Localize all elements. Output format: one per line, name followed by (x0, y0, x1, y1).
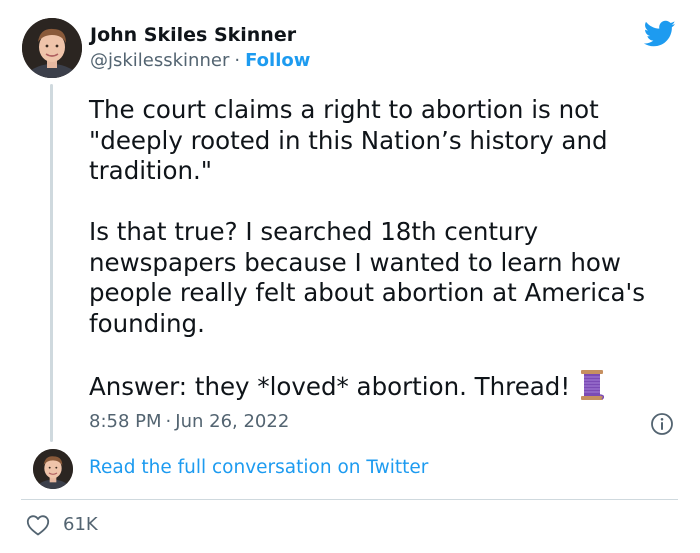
tweet-paragraph-1: The court claims a right to abortion is … (89, 95, 608, 185)
tweet-paragraph-3-text: Answer: they *loved* abortion. Thread! (89, 371, 571, 401)
tweet-paragraph-2: Is that true? I searched 18th century ne… (89, 217, 646, 338)
thread-connector-line (50, 84, 53, 442)
handle-separator: · (234, 50, 241, 71)
like-count: 61K (63, 514, 98, 535)
author-name[interactable]: John Skiles Skinner (90, 24, 296, 46)
author-handle-row: @jskilesskinner · Follow (90, 50, 310, 71)
follow-button[interactable]: Follow (245, 50, 310, 71)
author-avatar[interactable] (22, 18, 82, 78)
tweet-timestamp[interactable]: 8:58 PM · Jun 26, 2022 (89, 411, 289, 432)
tweet-card: John Skiles Skinner @jskilesskinner · Foll… (0, 0, 700, 553)
divider (21, 499, 678, 500)
tweet-paragraph-3: Answer: they *loved* abortion. Thread! (89, 369, 679, 403)
conversation-avatar[interactable] (33, 449, 73, 489)
heart-icon (26, 515, 50, 536)
read-conversation-link[interactable]: Read the full conversation on Twitter (89, 457, 428, 478)
tweet-text: The court claims a right to abortion is … (89, 95, 679, 402)
twitter-bird-icon[interactable] (644, 20, 676, 48)
tweet-time: 8:58 PM (89, 411, 162, 432)
thread-spool-emoji (581, 369, 605, 400)
timestamp-separator: · (165, 411, 172, 432)
author-handle[interactable]: @jskilesskinner (90, 50, 229, 71)
info-icon[interactable] (650, 412, 674, 436)
tweet-date: Jun 26, 2022 (175, 411, 290, 432)
